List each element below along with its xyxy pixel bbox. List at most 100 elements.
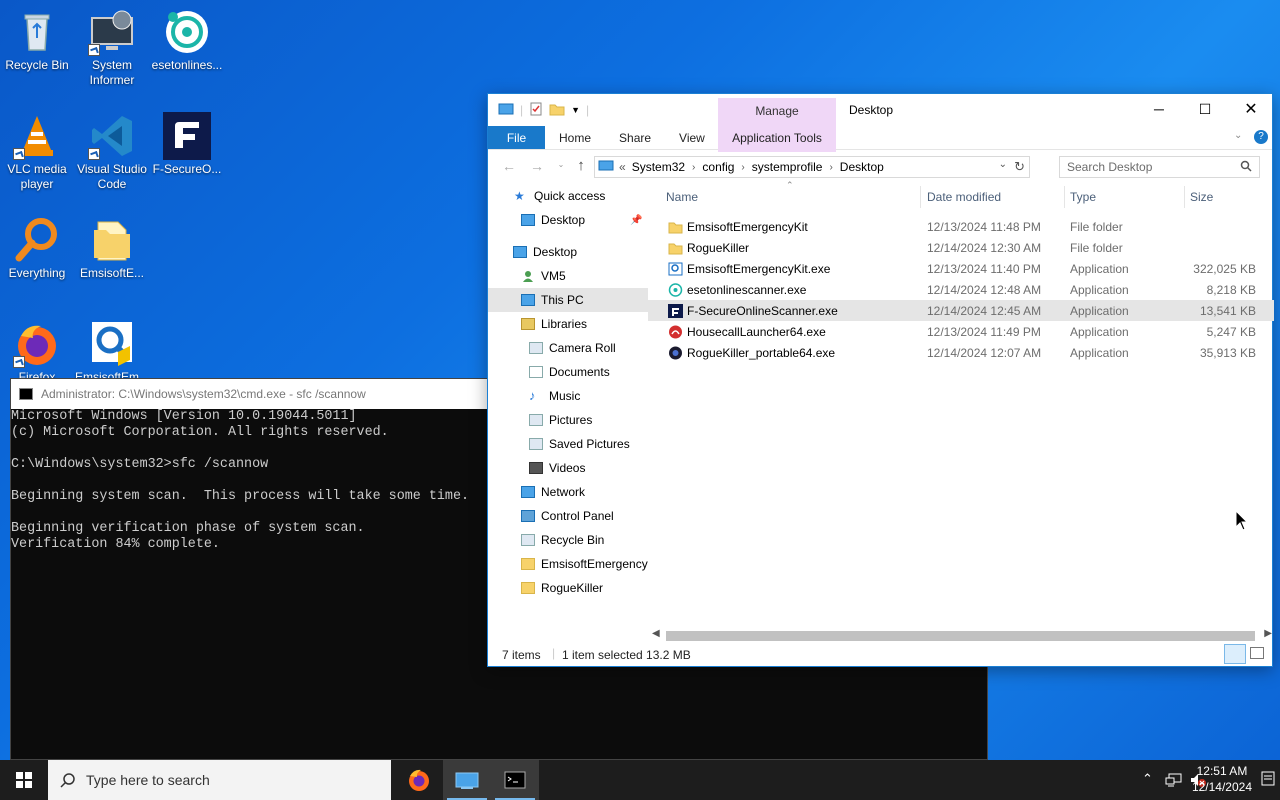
nav-documents[interactable]: Documents [488, 360, 648, 384]
file-row[interactable]: F-SecureOnlineScanner.exe 12/14/2024 12:4… [648, 300, 1274, 321]
nav-control-panel[interactable]: Control Panel [488, 504, 648, 528]
breadcrumb-separator-icon[interactable]: › [741, 162, 744, 173]
nav-music[interactable]: ♪ Music [488, 384, 648, 408]
address-bar[interactable]: « System32 › config › systemprofile › De… [594, 156, 1030, 178]
breadcrumb-system32[interactable]: System32 [632, 160, 685, 174]
recycle-bin-icon [521, 534, 535, 546]
taskbar-firefox[interactable] [395, 760, 443, 800]
nav-recycle-bin[interactable]: Recycle Bin [488, 528, 648, 552]
forward-button[interactable]: → [526, 158, 548, 174]
nav-this-pc[interactable]: This PC [488, 288, 648, 312]
column-name[interactable]: Name [666, 190, 698, 204]
tab-file[interactable]: File [488, 126, 545, 149]
nav-emsisoft-folder[interactable]: EmsisoftEmergency [488, 552, 648, 576]
taskbar-command-prompt[interactable] [491, 760, 539, 800]
search-box[interactable]: Search Desktop [1059, 156, 1260, 178]
file-row[interactable]: esetonlinescanner.exe 12/14/2024 12:48 AM… [648, 279, 1274, 300]
column-type[interactable]: Type [1070, 190, 1096, 204]
breadcrumb-separator-icon[interactable]: › [692, 162, 695, 173]
file-size: 8,218 KB [1206, 282, 1256, 297]
explorer-window[interactable]: | ▼ | Manage Desktop ─ ☐ ✕ File Home Sha… [487, 93, 1274, 667]
start-button[interactable] [0, 760, 48, 800]
nav-desktop[interactable]: Desktop [488, 240, 648, 264]
file-date: 12/13/2024 11:40 PM [927, 261, 1041, 276]
explorer-title-bar[interactable]: | ▼ | Manage Desktop ─ ☐ ✕ [488, 94, 1274, 152]
desktop-icon-firefox[interactable]: Firefox [0, 320, 74, 385]
sort-ascending-icon: ⌃ [786, 180, 794, 190]
file-row[interactable]: EmsisoftEmergencyKit.exe 12/13/2024 11:40… [648, 258, 1274, 279]
up-button[interactable]: ↑ [570, 157, 592, 174]
address-dropdown-icon[interactable]: ⌄ [999, 159, 1007, 170]
file-row[interactable]: RogueKiller_portable64.exe 12/14/2024 12:… [648, 342, 1274, 363]
desktop-icon-eset[interactable]: esetonlines... [150, 8, 224, 73]
details-view-icon[interactable] [1224, 644, 1246, 664]
file-name: RogueKiller [687, 240, 750, 255]
column-size[interactable]: Size [1190, 190, 1213, 204]
back-button[interactable]: ← [498, 158, 520, 174]
nav-pictures[interactable]: Pictures [488, 408, 648, 432]
taskbar-file-explorer[interactable] [443, 760, 491, 800]
tab-home[interactable]: Home [545, 126, 605, 149]
tab-application-tools[interactable]: Application Tools [718, 126, 836, 150]
system-clock[interactable]: 12:51 AM 12/14/2024 [1192, 763, 1252, 795]
address-overflow[interactable]: « [619, 160, 626, 174]
nav-label: Recycle Bin [541, 533, 605, 547]
breadcrumb-systemprofile[interactable]: systemprofile [752, 160, 823, 174]
show-hidden-icons-chevron-icon[interactable]: ⌃ [1142, 771, 1153, 787]
fsecure-app-icon [668, 303, 683, 318]
nav-vm5[interactable]: VM5 [488, 264, 648, 288]
column-headers: Name ⌃ Date modified Type Size [648, 180, 1274, 210]
help-icon[interactable]: ? [1254, 130, 1268, 144]
nav-qa-desktop[interactable]: Desktop 📌 [488, 208, 648, 232]
desktop-icon-recycle-bin[interactable]: Recycle Bin [0, 8, 74, 73]
music-icon: ♪ [529, 388, 536, 403]
recent-locations-chevron-icon[interactable]: ⌄ [550, 160, 572, 169]
desktop-icon-emsisoft-folder[interactable]: EmsisoftE... [75, 216, 149, 281]
file-type: Application [1070, 303, 1129, 318]
minimize-button[interactable]: ─ [1136, 94, 1182, 124]
network-tray-icon[interactable] [1165, 772, 1183, 791]
column-date-modified[interactable]: Date modified [927, 190, 1001, 204]
taskbar-search-box[interactable]: Type here to search [48, 760, 391, 800]
desktop-icon-system-informer[interactable]: System Informer [75, 8, 149, 88]
folder-icon [521, 582, 535, 594]
breadcrumb-config[interactable]: config [702, 160, 734, 174]
videos-icon [529, 462, 543, 474]
pin-icon[interactable]: 📌 [630, 215, 642, 226]
nav-camera-roll[interactable]: Camera Roll [488, 336, 648, 360]
new-folder-icon[interactable] [549, 102, 565, 119]
this-pc-icon [521, 294, 535, 306]
horizontal-scrollbar[interactable]: ◀ ▶ [648, 628, 1274, 644]
scrollbar-thumb[interactable] [666, 631, 1255, 641]
nav-network[interactable]: Network [488, 480, 648, 504]
close-button[interactable]: ✕ [1228, 94, 1274, 124]
notifications-icon[interactable] [1260, 770, 1276, 791]
nav-roguekiller-folder[interactable]: RogueKiller [488, 576, 648, 600]
desktop-icon-emsisoft[interactable]: EmsisoftEm... [75, 320, 149, 385]
file-row[interactable]: HousecallLauncher64.exe 12/13/2024 11:49 … [648, 321, 1274, 342]
maximize-button[interactable]: ☐ [1182, 94, 1228, 124]
tab-share[interactable]: Share [605, 126, 665, 149]
nav-videos[interactable]: Videos [488, 456, 648, 480]
manage-tab[interactable]: Manage [718, 104, 836, 118]
cmd-line: Beginning verification phase of system s… [11, 521, 365, 536]
file-row[interactable]: RogueKiller 12/14/2024 12:30 AM File folde… [648, 237, 1274, 258]
nav-quick-access[interactable]: ★ Quick access [488, 184, 648, 208]
nav-saved-pictures[interactable]: Saved Pictures [488, 432, 648, 456]
nav-libraries[interactable]: Libraries [488, 312, 648, 336]
file-row[interactable]: EmsisoftEmergencyKit 12/13/2024 11:48 PM F… [648, 216, 1274, 237]
desktop-icon-fsecure[interactable]: F-SecureO... [150, 112, 224, 177]
desktop-icon-everything[interactable]: Everything [0, 216, 74, 281]
refresh-icon[interactable]: ↻ [1014, 159, 1025, 175]
desktop-icon-vscode[interactable]: Visual Studio Code [75, 112, 149, 192]
tab-view[interactable]: View [665, 126, 719, 149]
large-icons-view-icon[interactable] [1250, 647, 1264, 659]
scroll-left-icon[interactable]: ◀ [652, 628, 660, 639]
scroll-right-icon[interactable]: ▶ [1264, 628, 1272, 639]
desktop-icon-vlc[interactable]: VLC media player [0, 112, 74, 192]
breadcrumb-separator-icon[interactable]: › [829, 162, 832, 173]
customize-toolbar-chevron-icon[interactable]: ▼ [571, 105, 580, 115]
expand-ribbon-chevron-icon[interactable]: ⌄ [1234, 130, 1242, 141]
properties-icon[interactable] [529, 102, 543, 119]
breadcrumb-desktop[interactable]: Desktop [840, 160, 884, 174]
